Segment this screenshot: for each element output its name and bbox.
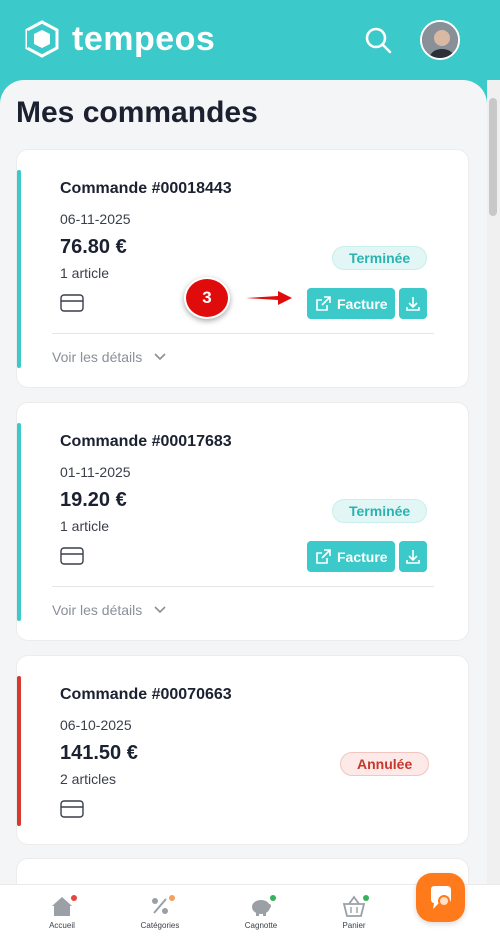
order-item-count: 1 article: [60, 518, 110, 534]
avatar-portrait-icon: [422, 22, 458, 58]
order-title: Commande #00018443: [60, 180, 232, 197]
notification-dot: [71, 895, 77, 901]
logo-cube-icon: [25, 20, 59, 58]
download-icon: [406, 549, 420, 564]
status-badge: Annulée: [340, 752, 430, 776]
invoice-button[interactable]: Facture: [307, 288, 395, 319]
order-price: 19.20 €: [60, 489, 127, 511]
page-title: Mes commandes: [16, 96, 258, 129]
nav-item-home[interactable]: Accueil: [22, 895, 102, 930]
status-badge: Terminée: [332, 499, 428, 523]
chevron-down-icon: [154, 353, 166, 361]
invoice-label: Facture: [337, 548, 388, 565]
external-link-icon: [316, 295, 331, 311]
nav-label: Catégories: [140, 921, 180, 930]
order-item-count: 1 article: [60, 265, 110, 281]
view-details-label: Voir les détails: [52, 349, 143, 365]
credit-card-icon: [60, 547, 84, 565]
chat-support-button[interactable]: [416, 873, 465, 922]
user-avatar[interactable]: [420, 20, 460, 60]
status-stripe: [17, 676, 21, 826]
download-button[interactable]: [399, 541, 427, 572]
order-card: Commande #00018443 06-11-2025 76.80 € 1 …: [16, 149, 469, 388]
order-title: Commande #00070663: [60, 686, 232, 703]
order-date: 01-11-2025: [60, 464, 131, 480]
invoice-button[interactable]: Facture: [307, 541, 395, 572]
order-title: Commande #00017683: [60, 433, 232, 450]
order-card: Commande #00070663 06-10-2025 141.50 € 2…: [16, 655, 469, 845]
nav-item-cart[interactable]: Panier: [314, 895, 394, 930]
orders-sheet: Mes commandes Commande #00018443 06-11-2…: [0, 80, 487, 944]
status-stripe: [17, 423, 21, 621]
nav-label: Accueil: [49, 921, 75, 930]
step-badge: 3: [184, 277, 230, 319]
status-badge: Terminée: [332, 246, 428, 270]
chat-bubble-icon: [430, 885, 451, 909]
arrow-right-icon: [246, 291, 292, 305]
nav-label: Panier: [342, 921, 366, 930]
view-details-toggle[interactable]: Voir les détails: [52, 349, 166, 365]
app-name: tempeos: [72, 20, 216, 58]
divider: [52, 333, 434, 334]
external-link-icon: [316, 548, 331, 564]
invoice-label: Facture: [337, 295, 388, 312]
chevron-down-icon: [154, 606, 166, 614]
credit-card-icon: [60, 800, 84, 818]
nav-item-cagnotte[interactable]: Cagnotte: [221, 895, 301, 930]
notification-dot: [169, 895, 175, 901]
download-button[interactable]: [399, 288, 427, 319]
status-stripe: [17, 170, 21, 368]
notification-dot: [363, 895, 369, 901]
order-date: 06-10-2025: [60, 717, 132, 733]
order-card: Commande #00017683 01-11-2025 19.20 € 1 …: [16, 402, 469, 641]
order-price: 141.50 €: [60, 742, 138, 764]
nav-label: Cagnotte: [244, 921, 278, 930]
nav-item-categories[interactable]: Catégories: [120, 895, 200, 930]
order-date: 06-11-2025: [60, 211, 131, 227]
order-item-count: 2 articles: [60, 771, 117, 787]
order-price: 76.80 €: [60, 236, 127, 258]
view-details-label: Voir les détails: [52, 602, 143, 618]
search-icon[interactable]: [362, 24, 394, 56]
divider: [52, 586, 434, 587]
view-details-toggle[interactable]: Voir les détails: [52, 602, 166, 618]
download-icon: [406, 296, 420, 311]
notification-dot: [270, 895, 276, 901]
tempeos-logo[interactable]: tempeos: [24, 20, 215, 58]
credit-card-icon: [60, 294, 84, 312]
scrollbar-thumb[interactable]: [489, 98, 497, 216]
